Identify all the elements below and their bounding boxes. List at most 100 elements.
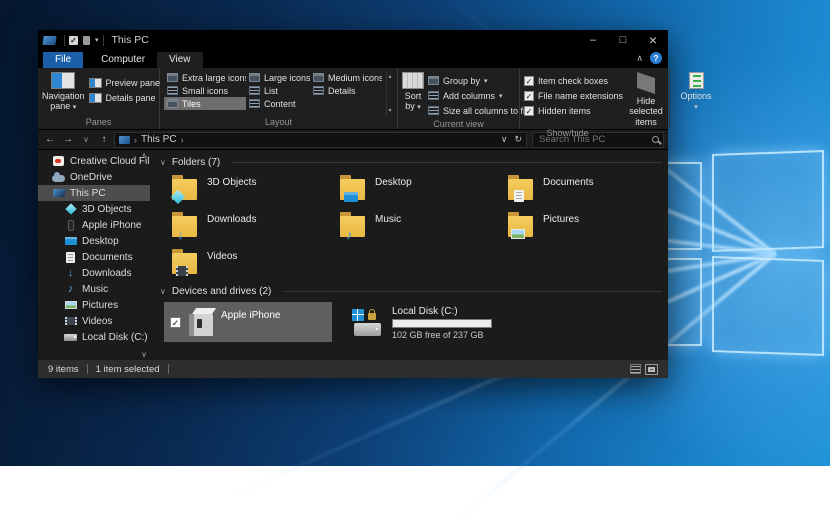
music-icon: ♪ bbox=[64, 283, 77, 295]
properties-icon[interactable]: ✓ bbox=[69, 36, 78, 45]
details-pane-icon bbox=[89, 93, 102, 103]
customize-qat-dropdown-icon[interactable]: ▾ bbox=[95, 36, 99, 44]
section-header-devices[interactable]: ∨ Devices and drives (2) bbox=[160, 283, 662, 299]
layout-extra-large-icons[interactable]: Extra large icons bbox=[164, 71, 246, 84]
status-bar: 9 items 1 item selected bbox=[38, 360, 668, 378]
collapse-section-icon[interactable]: ∨ bbox=[160, 287, 166, 296]
minimize-button[interactable]: – bbox=[578, 30, 608, 50]
hide-selected-items-icon bbox=[637, 72, 655, 94]
group-label-current-view: Current view bbox=[402, 118, 515, 130]
sort-by-button[interactable]: Sort by ▾ bbox=[402, 71, 424, 118]
devices-grid: ✓ Apple iPhone Local Disk (C:) 102 GB fr… bbox=[164, 302, 662, 342]
folder-tile-videos[interactable]: Videos bbox=[172, 244, 340, 281]
ribbon-group-layout: Extra large icons Large icons Medium ico… bbox=[160, 68, 398, 129]
maximize-button[interactable]: □ bbox=[608, 30, 638, 50]
window-title: This PC bbox=[112, 34, 149, 46]
device-tile-local-disk-c[interactable]: Local Disk (C:) 102 GB free of 237 GB bbox=[346, 302, 528, 342]
folder-tile-music[interactable]: ♪ Music bbox=[340, 207, 508, 244]
content-view-icon bbox=[249, 99, 260, 108]
layout-gallery-scrollbar[interactable]: ▴ ▾ bbox=[386, 71, 393, 116]
hidden-items-checkbox[interactable]: ✓ Hidden items bbox=[524, 103, 623, 118]
close-button[interactable]: × bbox=[638, 30, 668, 50]
list-view-icon bbox=[249, 86, 260, 95]
forward-button[interactable]: → bbox=[60, 134, 76, 145]
sidebar-item-pictures[interactable]: Pictures bbox=[38, 297, 150, 313]
sidebar-scroll-up-icon[interactable]: ∧ bbox=[141, 151, 147, 160]
size-all-columns-button[interactable]: Size all columns to fit bbox=[428, 103, 528, 118]
recent-locations-dropdown-icon[interactable]: ∨ bbox=[78, 135, 94, 144]
folder-tile-pictures[interactable]: Pictures bbox=[508, 207, 668, 244]
layout-large-icons[interactable]: Large icons bbox=[246, 71, 310, 84]
layout-content[interactable]: Content bbox=[246, 97, 310, 110]
sidebar-item-documents[interactable]: Documents bbox=[38, 249, 150, 265]
scroll-up-icon[interactable]: ▴ bbox=[388, 73, 391, 80]
breadcrumb-this-pc[interactable]: This PC bbox=[141, 134, 177, 145]
new-folder-icon[interactable] bbox=[83, 36, 90, 45]
layout-medium-icons[interactable]: Medium icons bbox=[310, 71, 382, 84]
search-icon[interactable] bbox=[652, 136, 659, 143]
sidebar-item-local-disk-c[interactable]: Local Disk (C:) bbox=[38, 329, 150, 345]
folder-tile-3d-objects[interactable]: 3D Objects bbox=[172, 170, 340, 207]
item-check-boxes-checkbox[interactable]: ✓ Item check boxes bbox=[524, 73, 623, 88]
sidebar-item-creative-cloud-files[interactable]: Creative Cloud Files bbox=[38, 153, 150, 169]
size-columns-icon bbox=[428, 106, 439, 115]
address-dropdown-icon[interactable]: ∨ bbox=[501, 134, 508, 145]
sidebar-item-music[interactable]: ♪ Music bbox=[38, 281, 150, 297]
navigation-pane-icon bbox=[51, 72, 75, 89]
group-by-button[interactable]: Group by ▾ bbox=[428, 73, 528, 88]
scroll-down-icon[interactable]: ▾ bbox=[388, 107, 391, 114]
sidebar-item-videos[interactable]: Videos bbox=[38, 313, 150, 329]
sidebar-item-this-pc[interactable]: This PC bbox=[38, 185, 150, 201]
section-header-folders[interactable]: ∨ Folders (7) bbox=[160, 154, 662, 170]
file-name-extensions-checkbox[interactable]: ✓ File name extensions bbox=[524, 88, 623, 103]
back-button[interactable]: ← bbox=[42, 134, 58, 145]
sidebar-scroll-down-icon[interactable]: ∨ bbox=[141, 350, 147, 359]
folder-pictures-icon bbox=[508, 216, 533, 237]
layout-tiles[interactable]: Tiles bbox=[164, 97, 246, 110]
details-pane-button[interactable]: Details pane bbox=[89, 90, 161, 105]
bitlocker-lock-icon bbox=[368, 313, 376, 320]
add-columns-button[interactable]: Add columns ▾ bbox=[428, 88, 528, 103]
folder-tile-downloads[interactable]: ↓ Downloads bbox=[172, 207, 340, 244]
sidebar-item-desktop[interactable]: Desktop bbox=[38, 233, 150, 249]
breadcrumb[interactable]: › This PC › ∨ ↻ bbox=[114, 132, 527, 148]
hide-selected-items-button[interactable]: Hide selected items bbox=[627, 71, 665, 127]
collapse-ribbon-icon[interactable]: ∧ bbox=[636, 53, 643, 64]
help-icon[interactable]: ? bbox=[650, 52, 662, 64]
layout-list[interactable]: List bbox=[246, 84, 310, 97]
items-count: 9 items bbox=[48, 364, 79, 375]
ribbon-group-options: Options▾ bbox=[670, 68, 722, 129]
folder-downloads-icon: ↓ bbox=[172, 216, 197, 237]
device-tile-apple-iphone[interactable]: ✓ Apple iPhone bbox=[164, 302, 332, 342]
sidebar-item-onedrive[interactable]: OneDrive bbox=[38, 169, 150, 185]
windows-system-drive-icon bbox=[352, 309, 364, 321]
breadcrumb-separator-icon[interactable]: › bbox=[181, 135, 184, 145]
folder-tile-documents[interactable]: Documents bbox=[508, 170, 668, 207]
phone-icon bbox=[68, 220, 74, 231]
tab-computer[interactable]: Computer bbox=[89, 52, 157, 68]
sidebar-item-apple-iphone[interactable]: Apple iPhone bbox=[38, 217, 150, 233]
navigation-pane-button[interactable]: Navigation pane ▾ bbox=[42, 71, 85, 116]
folder-desktop-icon bbox=[340, 179, 365, 200]
tab-file[interactable]: File bbox=[43, 52, 83, 68]
preview-pane-button[interactable]: Preview pane bbox=[89, 75, 161, 90]
details-view-icon bbox=[313, 86, 324, 95]
collapse-section-icon[interactable]: ∨ bbox=[160, 158, 166, 167]
folder-tile-desktop[interactable]: Desktop bbox=[340, 170, 508, 207]
layout-details[interactable]: Details bbox=[310, 84, 382, 97]
checkbox-checked-icon: ✓ bbox=[524, 76, 534, 86]
layout-small-icons[interactable]: Small icons bbox=[164, 84, 246, 97]
thumbnail-view-toggle-icon[interactable] bbox=[645, 364, 658, 375]
refresh-icon[interactable]: ↻ bbox=[514, 134, 522, 145]
desktop-icon bbox=[65, 237, 77, 245]
options-button[interactable]: Options▾ bbox=[674, 71, 718, 129]
sidebar-item-downloads[interactable]: ↓ Downloads bbox=[38, 265, 150, 281]
sidebar-item-3d-objects[interactable]: 3D Objects bbox=[38, 201, 150, 217]
item-checkbox-checked-icon[interactable]: ✓ bbox=[170, 317, 181, 328]
file-explorer-window: ✓ ▾ This PC – □ × File Computer View ∧ ?… bbox=[38, 30, 668, 378]
up-button[interactable]: ↑ bbox=[96, 134, 112, 145]
tab-view[interactable]: View bbox=[157, 52, 203, 68]
options-icon bbox=[689, 72, 704, 89]
details-view-toggle-icon[interactable] bbox=[630, 364, 641, 374]
divider bbox=[87, 364, 88, 374]
